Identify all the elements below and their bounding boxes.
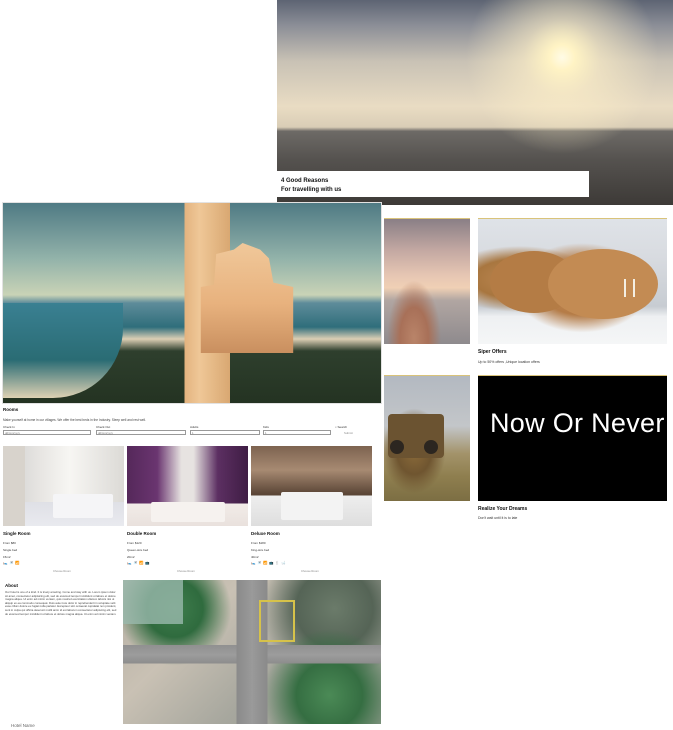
check-out-input[interactable]: dd/mm/yyyy — [96, 430, 186, 435]
choose-room-button[interactable]: Choose Room — [177, 569, 195, 573]
room-bed: King-size bed — [251, 548, 270, 552]
search-label: ⌕ Search — [335, 425, 347, 429]
offer-image-old-truck — [384, 375, 470, 501]
room-amenity-icons: 🛌 🚿 📶 — [3, 561, 20, 565]
room-size: 40m2 — [251, 555, 259, 559]
search-submit-button[interactable]: Submit — [344, 431, 353, 435]
check-in-input[interactable]: dd/mm/yyyy — [3, 430, 91, 435]
room-price: From $80 — [3, 541, 16, 545]
room-title: Deluxe Room — [251, 531, 280, 536]
room-image-deluxe — [251, 446, 372, 526]
offer-image-hand-phone — [384, 218, 470, 344]
now-or-never-text: Now Or Never — [490, 408, 665, 438]
room-image-double — [127, 446, 248, 526]
room-price: From $120 — [127, 541, 142, 545]
check-out-label: Check Out — [96, 425, 111, 429]
room-image-single — [3, 446, 124, 526]
about-heading: About — [5, 583, 18, 588]
room-title: Single Room — [3, 531, 31, 536]
about-text: Our hotel is one of a kind. It is truely… — [5, 591, 117, 616]
resort-hotel-image — [2, 202, 382, 404]
offer-image-walrus — [478, 218, 667, 344]
reasons-caption: 4 Good Reasons For travelling with us — [277, 171, 589, 197]
room-size: 15m2 — [3, 555, 11, 559]
search-label-text: Search — [337, 425, 348, 429]
room-bed: Queen-size bed — [127, 548, 149, 552]
room-size: 20m2 — [127, 555, 135, 559]
footer-hotel-name: Hotel Name — [11, 723, 35, 728]
reasons-subheading: For travelling with us — [281, 187, 342, 193]
room-amenity-icons: 🛌 🚿 📶 📺 🍴 🛁 — [251, 561, 287, 565]
kids-input[interactable]: 1 — [263, 430, 331, 435]
adults-label: Adults — [190, 425, 199, 429]
siper-offers-subtitle: Up to 50% offers ,Unique location offers — [478, 360, 540, 364]
siper-offers-title: Siper Offers — [478, 349, 507, 355]
room-price: From $180 — [251, 541, 266, 545]
room-bed: Single bed — [3, 548, 18, 552]
aerial-city-image — [123, 580, 381, 724]
room-title: Double Room — [127, 531, 157, 536]
search-icon: ⌕ — [335, 425, 337, 429]
rooms-heading: Rooms — [3, 407, 19, 412]
check-in-label: Check In — [3, 425, 15, 429]
choose-room-button[interactable]: Choose Room — [53, 569, 71, 573]
kids-label: Kids — [263, 425, 269, 429]
realize-dreams-title: Realize Your Dreams — [478, 506, 528, 512]
realize-dreams-subtitle: Don't wait until it is to late — [478, 516, 518, 520]
adults-input[interactable]: 1 — [190, 430, 260, 435]
rooms-intro: Make yourself at home in our villages. W… — [3, 418, 146, 422]
reasons-heading: 4 Good Reasons — [281, 178, 329, 184]
choose-room-button[interactable]: Choose Room — [301, 569, 319, 573]
now-or-never-banner: Now Or Never — [478, 375, 667, 501]
room-amenity-icons: 🛌 🚿 📶 📺 — [127, 561, 150, 565]
